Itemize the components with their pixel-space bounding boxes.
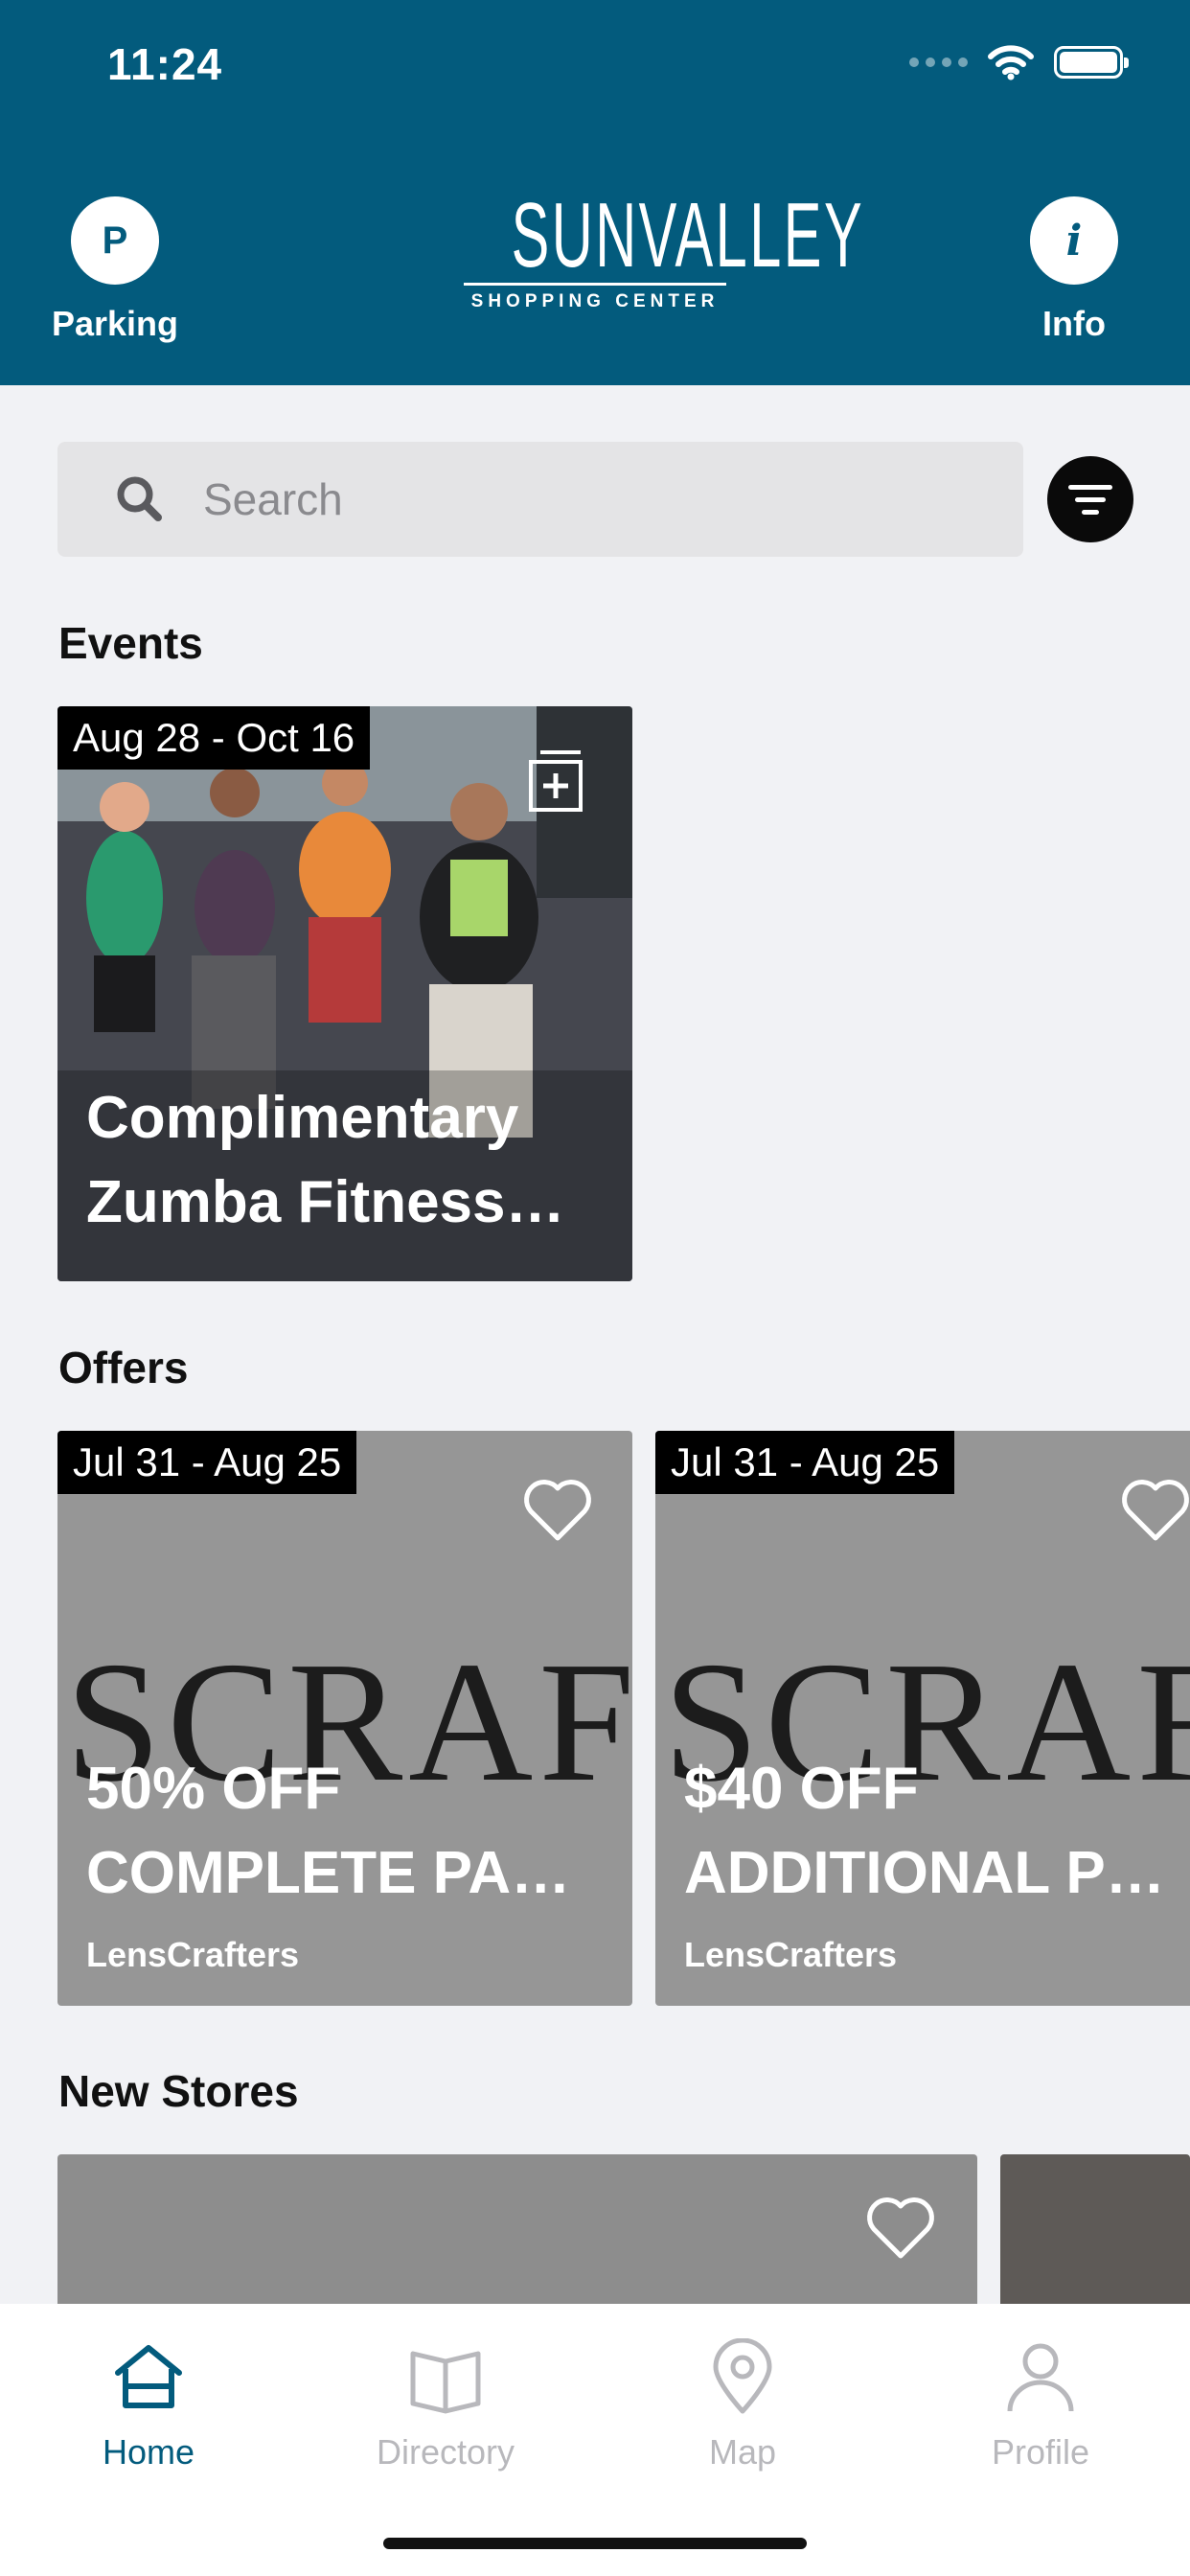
status-icons bbox=[909, 44, 1129, 80]
tab-map-label: Map bbox=[708, 2432, 777, 2472]
favorite-heart-icon[interactable] bbox=[864, 2195, 937, 2262]
add-to-calendar-icon[interactable] bbox=[523, 748, 588, 814]
user-icon bbox=[1007, 2343, 1074, 2412]
status-time: 11:24 bbox=[107, 39, 223, 89]
parking-label: Parking bbox=[51, 304, 179, 343]
cellular-signal-icon bbox=[909, 58, 968, 67]
search-bar[interactable] bbox=[57, 442, 1023, 557]
parking-icon: P bbox=[71, 196, 159, 285]
book-icon bbox=[410, 2351, 481, 2414]
tab-profile[interactable]: Profile bbox=[926, 2338, 1156, 2472]
app-header: 11:24 P Parking SUNVALLEY SHOPPING CENTE… bbox=[0, 0, 1190, 385]
tab-directory-label: Directory bbox=[376, 2432, 515, 2472]
tab-bar: Home Directory Map Profile bbox=[0, 2304, 1190, 2576]
parking-button[interactable]: P Parking bbox=[38, 196, 192, 344]
tab-home-label: Home bbox=[102, 2432, 195, 2472]
offers-section-title: Offers bbox=[58, 1343, 189, 1392]
event-date-tag: Aug 28 - Oct 16 bbox=[57, 706, 371, 770]
new-store-card[interactable] bbox=[57, 2154, 977, 2308]
offer-title: 50% OFF COMPLETE PA… bbox=[86, 1756, 571, 1906]
tab-map[interactable]: Map bbox=[628, 2338, 858, 2472]
offer-card[interactable]: SCRAFT Jul 31 - Aug 25 50% OFF COMPLETE … bbox=[57, 1431, 632, 2006]
favorite-heart-icon[interactable] bbox=[521, 1477, 594, 1544]
home-indicator bbox=[383, 2538, 807, 2549]
info-label: Info bbox=[1042, 304, 1106, 343]
map-pin-icon bbox=[713, 2338, 772, 2414]
info-icon: i bbox=[1030, 196, 1118, 285]
event-title: Complimentary Zumba Fitness… bbox=[86, 1085, 565, 1235]
logo-sub-text: SHOPPING CENTER bbox=[470, 291, 720, 311]
home-icon bbox=[115, 2345, 182, 2408]
offer-card[interactable]: SCRAFT Jul 31 - Aug 25 $40 OFF ADDITIONA… bbox=[655, 1431, 1190, 2006]
new-store-card[interactable] bbox=[1000, 2154, 1190, 2308]
offer-date-tag: Jul 31 - Aug 25 bbox=[655, 1431, 955, 1494]
wifi-icon bbox=[988, 45, 1034, 80]
offer-store-name: LensCrafters bbox=[684, 1935, 898, 1974]
tab-directory[interactable]: Directory bbox=[331, 2338, 561, 2472]
logo-main-text: SUNVALLEY bbox=[511, 184, 865, 287]
offer-date-tag: Jul 31 - Aug 25 bbox=[57, 1431, 357, 1494]
filter-icon bbox=[1068, 484, 1112, 490]
offer-title: $40 OFF ADDITIONAL P… bbox=[684, 1756, 1165, 1906]
search-icon bbox=[117, 476, 162, 521]
events-section-title: Events bbox=[58, 618, 203, 668]
info-button[interactable]: i Info bbox=[997, 196, 1151, 344]
search-input[interactable] bbox=[203, 473, 874, 525]
battery-icon bbox=[1054, 46, 1129, 79]
filter-button[interactable] bbox=[1047, 456, 1133, 542]
offer-store-name: LensCrafters bbox=[86, 1935, 300, 1974]
event-card[interactable]: Aug 28 - Oct 16 Complimentary Zumba Fitn… bbox=[57, 706, 632, 1281]
tab-home[interactable]: Home bbox=[34, 2338, 263, 2472]
new-stores-section-title: New Stores bbox=[58, 2066, 299, 2116]
sunvalley-logo: SUNVALLEY SHOPPING CENTER bbox=[460, 184, 865, 312]
tab-profile-label: Profile bbox=[991, 2432, 1090, 2472]
favorite-heart-icon[interactable] bbox=[1119, 1477, 1190, 1544]
